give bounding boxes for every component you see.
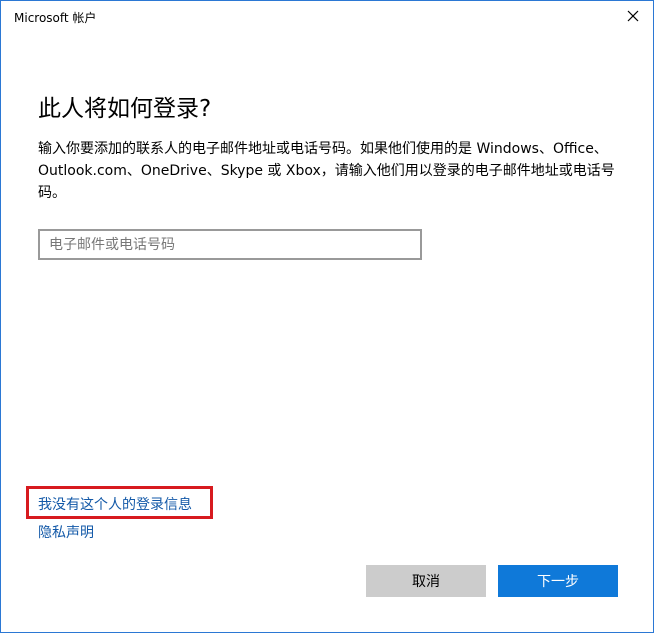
privacy-statement-link[interactable]: 隐私声明 [38,522,94,542]
account-dialog: Microsoft 帐户 此人将如何登录? 输入你要添加的联系人的电子邮件地址或… [0,0,654,633]
window-title: Microsoft 帐户 [14,11,97,25]
next-button[interactable]: 下一步 [498,565,618,597]
title-bar: Microsoft 帐户 [1,1,653,32]
cancel-button[interactable]: 取消 [366,565,486,597]
page-title: 此人将如何登录? [38,96,212,122]
close-icon [627,10,639,22]
close-button[interactable] [623,6,643,26]
description-text: 输入你要添加的联系人的电子邮件地址或电话号码。如果他们使用的是 Windows、… [38,141,615,201]
email-or-phone-input[interactable] [38,229,422,260]
no-login-info-link[interactable]: 我没有这个人的登录信息 [38,494,192,514]
